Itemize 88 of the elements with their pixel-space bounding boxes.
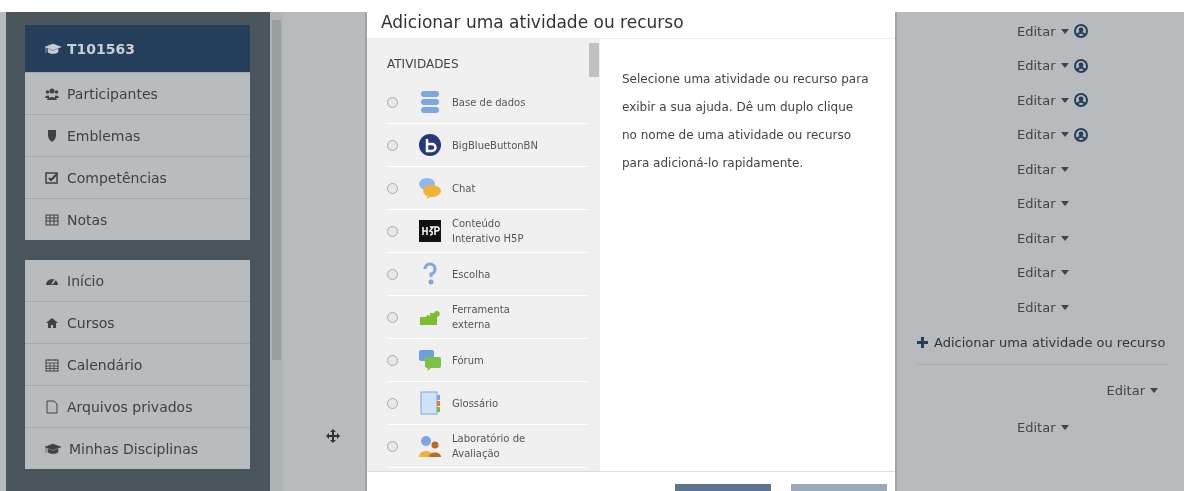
activity-name: Ferramenta externa xyxy=(452,303,511,332)
radio-button[interactable] xyxy=(387,311,398,323)
calendar-icon xyxy=(45,357,59,372)
scrollbar[interactable] xyxy=(270,12,283,491)
caret-icon xyxy=(1060,424,1069,430)
dialog-title: Adicionar uma atividade ou recurso xyxy=(381,12,684,32)
h5p-icon xyxy=(418,219,442,243)
edit-menu[interactable]: Editar xyxy=(1106,382,1158,398)
activity-name: Fórum xyxy=(452,353,485,368)
add-activity-link[interactable]: Adicionar uma atividade ou recurso xyxy=(917,334,1168,365)
radio-button[interactable] xyxy=(387,397,398,409)
radio-button[interactable] xyxy=(387,139,398,151)
shield-icon xyxy=(45,128,59,143)
course-name: T101563 xyxy=(67,40,135,57)
radio-button[interactable] xyxy=(387,268,398,280)
activity-name: Glossário xyxy=(452,396,500,411)
graduation-cap-icon xyxy=(45,441,61,456)
activity-name: Escolha xyxy=(452,267,492,282)
primary-button[interactable] xyxy=(675,484,771,491)
edit-menu[interactable]: Editar xyxy=(1017,23,1088,39)
table-icon xyxy=(45,212,59,227)
edit-menu[interactable]: Editar xyxy=(1017,265,1069,281)
edit-menu[interactable]: Editar xyxy=(1017,196,1069,212)
nav-item[interactable]: Participantes xyxy=(25,72,250,114)
nav-item[interactable]: Emblemas xyxy=(25,114,250,156)
help-text: Selecione uma atividade ou recurso para exibir a sua ajuda. Dê um duplo clique no nome de uma atividade ou recurso para adicioná-lo rapidamente. xyxy=(621,71,870,172)
edit-menu[interactable]: Editar xyxy=(1017,299,1069,315)
speech-bubbles-icon xyxy=(418,348,442,372)
letter-b-icon xyxy=(418,133,442,157)
nav-item[interactable]: Calendário xyxy=(25,343,250,385)
edit-menu[interactable]: Editar xyxy=(1017,92,1088,108)
radio-button[interactable] xyxy=(387,440,398,452)
nav-item[interactable]: Cursos xyxy=(25,301,250,343)
activity-name: Laboratório de Avaliação xyxy=(452,432,527,461)
activity-name: Base de dados xyxy=(452,95,527,110)
caret-icon xyxy=(1060,166,1069,172)
activity-name: Chat xyxy=(452,181,477,196)
radio-button[interactable] xyxy=(387,182,398,194)
checkbox-icon xyxy=(45,170,59,185)
radio-button[interactable] xyxy=(387,225,398,237)
users-icon xyxy=(45,86,59,101)
user-circle-icon xyxy=(1073,24,1088,39)
activity-option[interactable]: BigBlueButtonBN xyxy=(387,124,588,167)
edit-menu[interactable]: Editar xyxy=(1017,58,1088,74)
activity-option[interactable]: Laboratório de Avaliação xyxy=(387,425,588,468)
chat-bubbles-icon xyxy=(418,176,442,200)
caret-icon xyxy=(1060,235,1069,241)
move-icon[interactable] xyxy=(325,429,340,443)
caret-icon xyxy=(1060,63,1069,69)
radio-button[interactable] xyxy=(387,354,398,366)
activity-name: BigBlueButtonBN xyxy=(452,138,539,153)
activity-option[interactable]: Base de dados xyxy=(387,81,588,124)
file-icon xyxy=(45,399,59,414)
caret-icon xyxy=(1060,132,1069,138)
user-circle-icon xyxy=(1073,93,1088,108)
book-icon xyxy=(418,391,442,415)
activity-option[interactable]: Glossário xyxy=(387,382,588,425)
section-heading: ATIVIDADES xyxy=(387,57,460,71)
activity-option[interactable]: Conteúdo Interativo H5P xyxy=(387,210,588,253)
activity-option[interactable]: Chat xyxy=(387,167,588,210)
user-circle-icon xyxy=(1073,127,1088,142)
edit-menu[interactable]: Editar xyxy=(1017,419,1069,435)
caret-icon xyxy=(1060,201,1069,207)
activity-option[interactable]: Fórum xyxy=(387,339,588,382)
edit-menu[interactable]: Editar xyxy=(1017,230,1069,246)
caret-icon xyxy=(1060,304,1069,310)
caret-icon xyxy=(1060,28,1069,34)
user-circle-icon xyxy=(1073,58,1088,73)
secondary-button[interactable] xyxy=(791,484,887,491)
people-icon xyxy=(418,434,442,458)
caret-icon xyxy=(1150,387,1158,393)
plus-icon xyxy=(917,336,928,348)
activity-option[interactable]: Ferramenta externa xyxy=(387,296,588,339)
caret-icon xyxy=(1060,97,1069,103)
course-header[interactable]: T101563 xyxy=(25,25,250,72)
home-icon xyxy=(45,315,59,330)
nav-item[interactable]: Notas xyxy=(25,198,250,240)
graduation-cap-icon xyxy=(45,41,61,56)
edit-menu[interactable]: Editar xyxy=(1017,161,1069,177)
activity-name: Conteúdo Interativo H5P xyxy=(452,217,525,246)
edit-menu[interactable]: Editar xyxy=(1017,127,1088,143)
nav-item[interactable]: Arquivos privados xyxy=(25,385,250,427)
nav-item[interactable]: Início xyxy=(25,260,250,301)
radio-button[interactable] xyxy=(387,96,398,108)
nav-item[interactable]: Minhas Disciplinas xyxy=(25,427,250,469)
database-icon xyxy=(418,90,442,114)
caret-icon xyxy=(1060,270,1069,276)
nav-item[interactable]: Competências xyxy=(25,156,250,198)
